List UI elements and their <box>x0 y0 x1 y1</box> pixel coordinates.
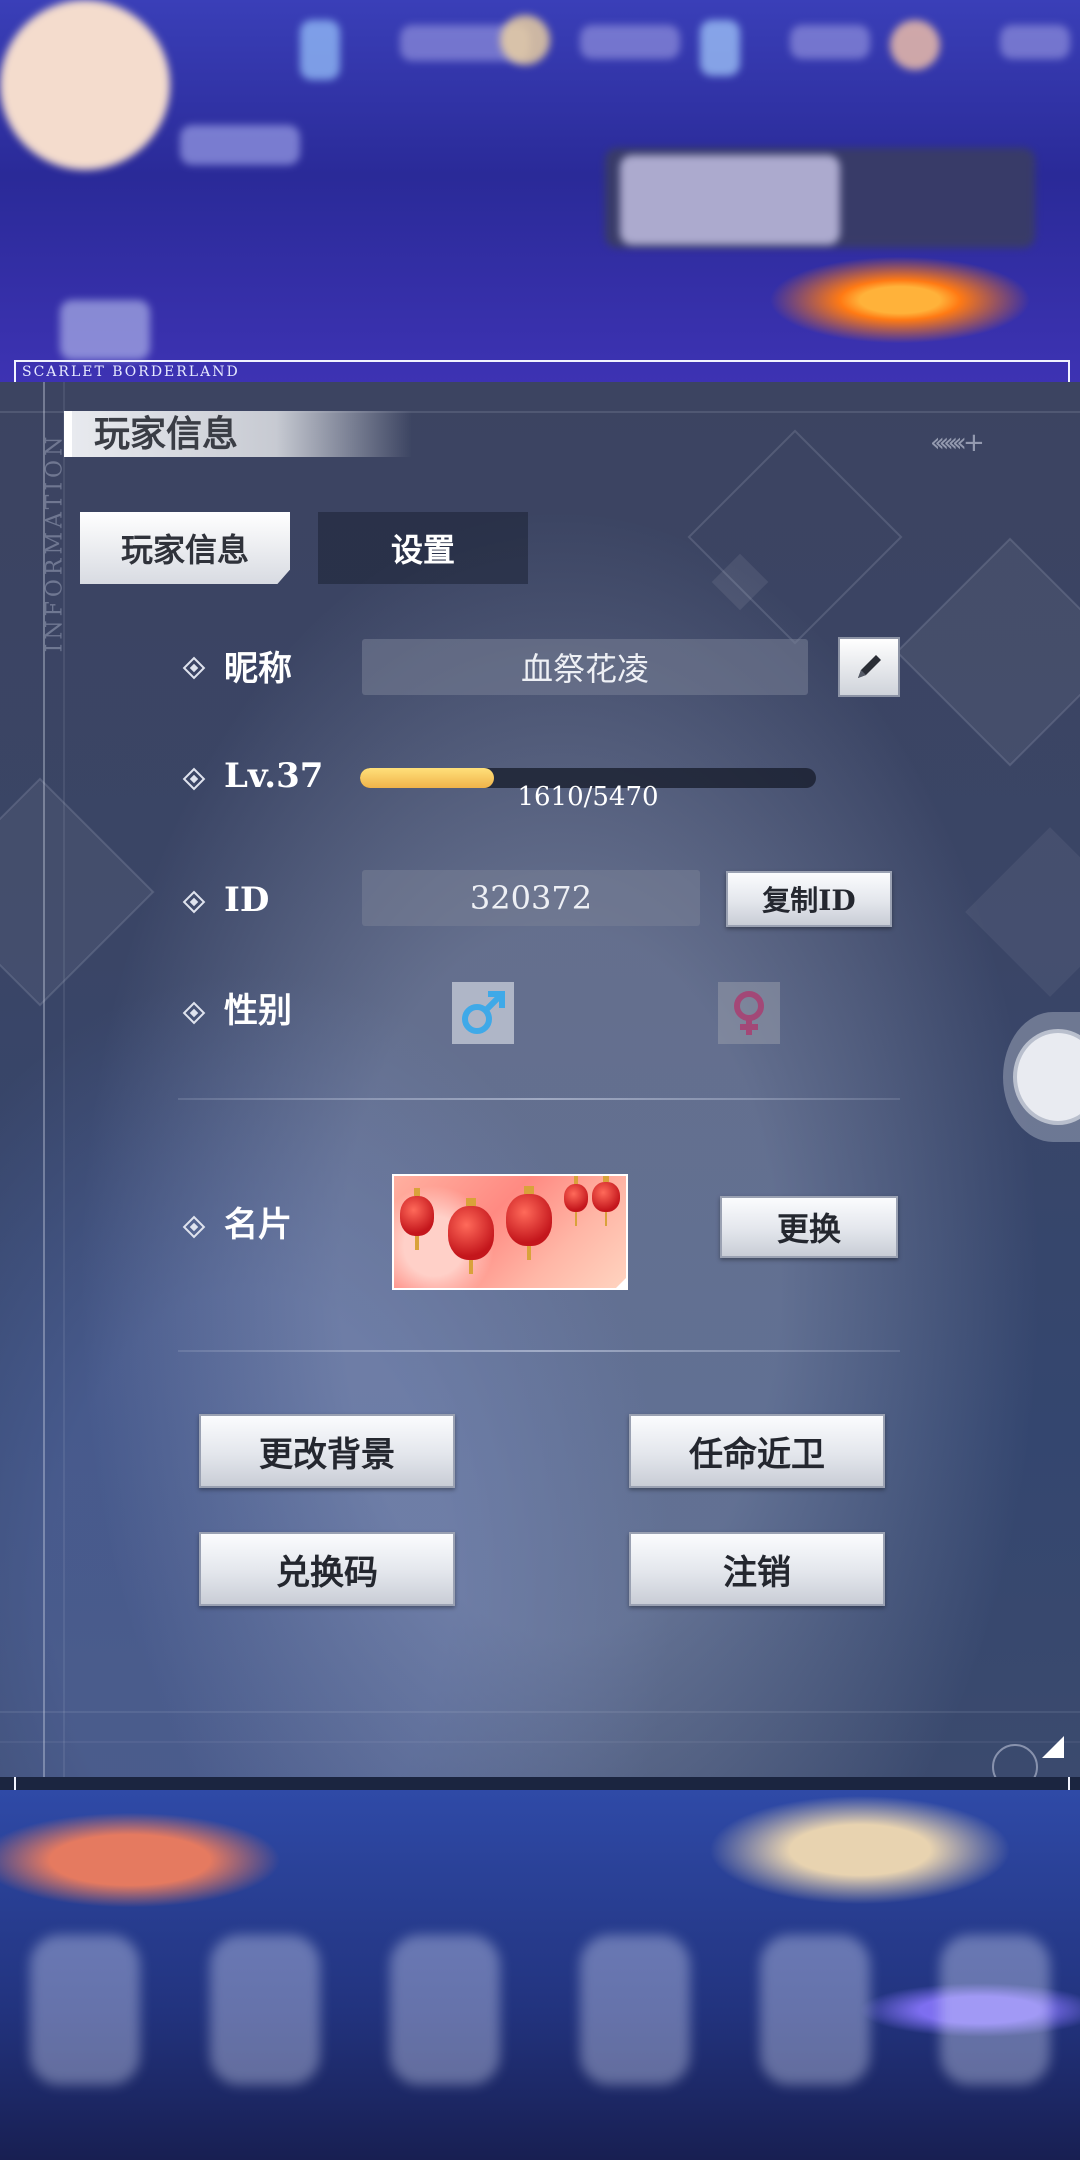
panel-title: 玩家信息 <box>94 413 239 455</box>
nav-item[interactable] <box>390 1935 500 2085</box>
panel-decoration <box>0 382 1080 1777</box>
gender-label: 性别 <box>224 991 292 1031</box>
nickname-field[interactable]: 血祭花凌 <box>362 639 808 695</box>
redeem-code-button[interactable]: 兑换码 <box>199 1532 455 1606</box>
player-info-panel <box>0 382 1080 1777</box>
edit-nickname-button[interactable] <box>838 637 900 697</box>
corner-marker <box>1042 1736 1064 1758</box>
lantern-icon <box>564 1176 588 1226</box>
nav-item[interactable] <box>580 1935 690 2085</box>
vertical-side-label: INFORMATION <box>42 432 68 653</box>
lantern-icon <box>506 1186 552 1260</box>
name-card-preview[interactable] <box>392 1174 628 1290</box>
player-id-field: 320372 <box>362 870 700 926</box>
change-background-button[interactable]: 更改背景 <box>199 1414 455 1488</box>
male-icon <box>462 991 505 1034</box>
nav-item[interactable] <box>210 1935 320 2085</box>
brand-label: SCARLET BORDERLAND <box>22 364 240 380</box>
id-label: ID <box>224 880 270 920</box>
tab-player-info[interactable]: 玩家信息 <box>80 512 290 584</box>
nav-item[interactable] <box>30 1935 140 2085</box>
nickname-label: 昵称 <box>224 649 292 689</box>
lantern-icon <box>592 1176 620 1226</box>
tab-settings[interactable]: 设置 <box>318 512 528 584</box>
logout-button[interactable]: 注销 <box>629 1532 885 1606</box>
change-card-button[interactable]: 更换 <box>720 1196 898 1258</box>
female-icon <box>734 991 764 1035</box>
top-background <box>0 0 1080 390</box>
chevron-left-decoration-icon: ‹‹‹‹‹‹‹ + <box>930 428 985 458</box>
section-divider <box>178 1350 900 1352</box>
lantern-icon <box>400 1188 434 1250</box>
nav-item[interactable] <box>760 1935 870 2085</box>
avatar <box>0 0 170 170</box>
assist-knob-icon <box>1013 1029 1080 1125</box>
lantern-icon <box>448 1198 494 1274</box>
nav-item[interactable] <box>940 1935 1050 2085</box>
pencil-icon <box>858 655 881 678</box>
xp-progress-text: 1610/5470 <box>517 782 659 812</box>
gender-male-option[interactable] <box>452 982 514 1044</box>
name-card-label: 名片 <box>224 1205 292 1245</box>
section-divider <box>178 1098 900 1100</box>
gender-female-option[interactable] <box>718 982 780 1044</box>
level-label: Lv.37 <box>224 756 324 796</box>
appoint-guard-button[interactable]: 任命近卫 <box>629 1414 885 1488</box>
copy-id-button[interactable]: 复制ID <box>726 871 892 927</box>
bottom-background <box>0 1790 1080 2160</box>
